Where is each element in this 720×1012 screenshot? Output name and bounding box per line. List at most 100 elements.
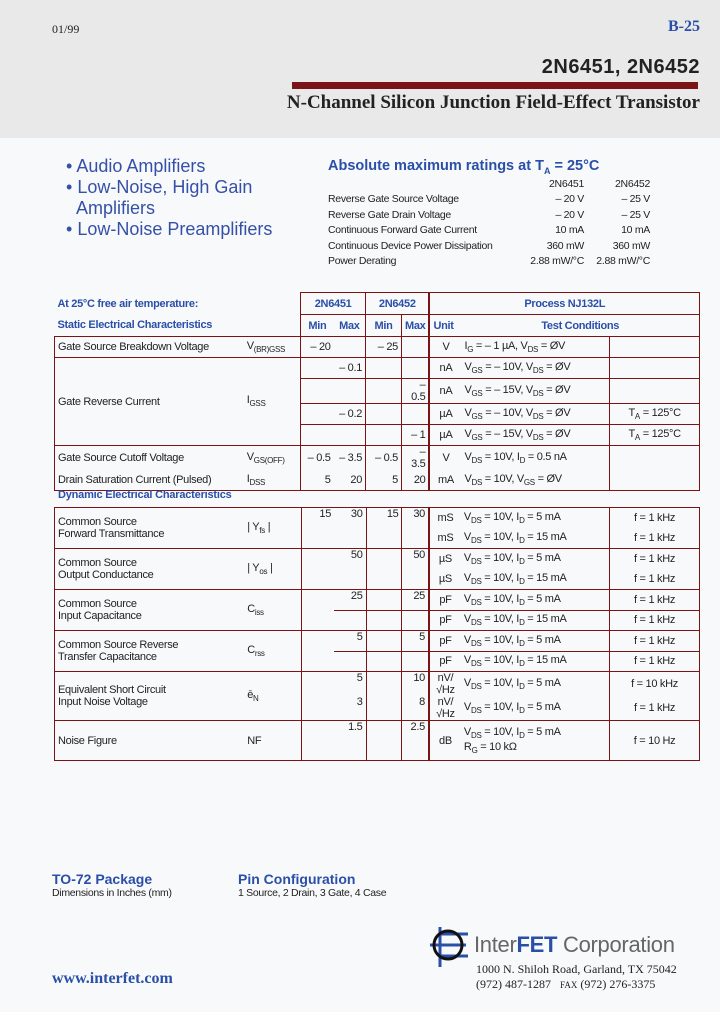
test-condition: VDS = 10V, ID = 5 mA	[463, 700, 561, 716]
extra-condition: f = 10 Hz	[609, 720, 700, 761]
parameter-name: Gate Source Breakdown Voltage	[53, 336, 244, 358]
static-row: Gate Source Cutoff Voltage VGS(OFF) – 0.5–…	[53, 445, 700, 470]
abs-max-row: Reverse Gate Drain Voltage – 20 V – 25 V	[328, 208, 650, 221]
test-condition: VDS = 10V, ID = 5 mA	[460, 507, 610, 528]
max-2n6451	[334, 609, 367, 631]
device-subtitle: N-Channel Silicon Junction Field-Effect …	[286, 92, 700, 113]
min-2n6451	[300, 651, 335, 672]
max-2n6451: 25	[334, 589, 367, 610]
dynamic-row: Common Source Reverse Transfer Capacitanc…	[54, 630, 700, 672]
static-header-row-1: At 25°C free air temperature: 2N6451 2N6…	[55, 292, 701, 315]
max-2n6452	[401, 569, 429, 590]
extra-condition: TA = 125°C	[609, 403, 700, 425]
max-2n6452: 10	[401, 671, 429, 696]
parameter-name: Common Source Forward Transmittance	[54, 507, 245, 549]
parameter-symbol: V(BR)GSS	[243, 336, 301, 358]
min-2n6451: 5	[300, 470, 334, 491]
unit: µS	[427, 548, 461, 569]
extra-condition: f = 1 kHz	[609, 528, 700, 549]
dynamic-row: Equivalent Short Circuit Input Noise Volt…	[54, 671, 700, 721]
extra-condition	[609, 445, 700, 470]
unit: pF	[427, 609, 461, 631]
feature-list: • Audio Amplifiers • Low-Noise, High Gai…	[52, 156, 272, 240]
max-2n6451: – 3.5	[333, 445, 367, 470]
min-2n6452	[366, 630, 402, 651]
unit: mS	[427, 507, 461, 528]
parameter-symbol: | Yfs |	[244, 507, 302, 549]
min-2n6452	[366, 609, 402, 631]
test-condition: VDS = 10V, ID = 5 mA	[460, 630, 610, 651]
title-rule	[292, 82, 698, 89]
min-2n6452	[366, 589, 402, 610]
min-2n6452: – 0.5	[365, 445, 402, 470]
dynamic-row: Common Source Forward Transmittance | Yfs …	[54, 507, 700, 549]
static-section-title: Static Electrical Characteristics	[57, 319, 213, 332]
min-2n6451	[300, 548, 335, 569]
revision-date: 01/99	[52, 22, 80, 36]
min-2n6451	[300, 720, 335, 761]
max-2n6451: 30	[334, 507, 367, 528]
extra-condition: f = 10 kHz	[609, 671, 700, 696]
unit: nV/√Hz	[427, 696, 461, 721]
col-2n6451: 2N6451	[549, 177, 584, 190]
parameter-name: Drain Saturation Current (Pulsed)	[53, 470, 244, 491]
max-2n6452	[400, 403, 430, 425]
min-2n6451	[300, 357, 334, 379]
max-2n6451: – 0.1	[333, 357, 367, 379]
extra-condition: f = 1 kHz	[609, 569, 700, 590]
absolute-max-ratings: Absolute maximum ratings at TA = 25°C 2N…	[328, 158, 650, 269]
min-2n6451: – 0.5	[300, 445, 334, 470]
parameter-name: Gate Source Cutoff Voltage	[53, 445, 244, 470]
parameter-symbol: Crss	[244, 630, 302, 672]
abs-max-table: 2N6451 2N6452 Reverse Gate Source Voltage…	[328, 176, 650, 269]
website-link[interactable]: www.interfet.com	[52, 970, 173, 988]
max-2n6452: – 3.5	[400, 445, 430, 470]
parameter-name: Equivalent Short Circuit Input Noise Volt…	[54, 671, 245, 721]
extra-condition: f = 1 kHz	[609, 696, 700, 721]
company-name: InterFET Corporation	[474, 932, 675, 957]
pin-configuration: Pin Configuration 1 Source, 2 Drain, 3 G…	[238, 871, 387, 899]
max-2n6452	[401, 528, 429, 549]
parameter-symbol: | Yos |	[244, 548, 302, 590]
max-2n6452: 25	[401, 589, 429, 610]
extra-condition: f = 1 kHz	[609, 630, 700, 651]
min-2n6451	[300, 610, 335, 631]
max-2n6451: 5	[334, 630, 367, 651]
interfet-logo-icon	[430, 927, 468, 967]
max-2n6452: 30	[401, 507, 429, 528]
package-title: TO-72 Package	[52, 871, 153, 887]
min-2n6452	[365, 378, 402, 404]
extra-condition: f = 1 kHz	[609, 589, 700, 610]
max-2n6452: – 0.5	[400, 378, 430, 404]
test-condition: VDS = 10V, ID = 15 mA	[460, 609, 610, 631]
max-2n6451: 20	[333, 470, 367, 491]
test-condition: VDS = 10V, ID = 5 mA	[460, 589, 610, 610]
min-2n6452: – 25	[365, 336, 402, 358]
min-2n6451: 15	[300, 507, 335, 528]
abs-max-title: Absolute maximum ratings at TA = 25°C	[328, 158, 600, 176]
max-2n6452	[401, 609, 429, 631]
test-condition: VDS = 10V, ID = 5 mA	[460, 548, 610, 569]
max-2n6452: 50	[401, 548, 429, 569]
min-2n6451	[300, 671, 335, 696]
min-2n6452	[365, 424, 402, 446]
min-2n6452	[366, 671, 402, 696]
company-address: 1000 N. Shiloh Road, Garland, TX 75042 (…	[476, 962, 677, 993]
max-2n6452: – 1	[400, 424, 430, 446]
parameter-name: Common Source Reverse Transfer Capacitanc…	[54, 630, 245, 672]
min-2n6452	[365, 403, 402, 425]
unit: nA	[428, 378, 462, 404]
extra-condition: f = 1 kHz	[609, 650, 700, 672]
min-2n6451	[300, 696, 335, 721]
extra-condition: f = 1 kHz	[609, 609, 700, 631]
dynamic-row: Common Source Output Conductance | Yos | 50…	[54, 548, 700, 590]
extra-condition	[609, 336, 700, 358]
test-condition: VDS = 10V, ID = 5 mA	[460, 671, 610, 696]
parameter-name: Noise Figure	[54, 720, 245, 761]
max-header: Max	[400, 314, 430, 337]
static-row: Gate Reverse Current IGSS – 0.1 nA VGS = – 1…	[53, 357, 700, 446]
col-2n6452: 2N6452	[615, 177, 650, 190]
unit: V	[428, 445, 462, 470]
unit: mA	[428, 470, 462, 491]
dynamic-section-title: Dynamic Electrical Characteristics	[58, 489, 232, 501]
